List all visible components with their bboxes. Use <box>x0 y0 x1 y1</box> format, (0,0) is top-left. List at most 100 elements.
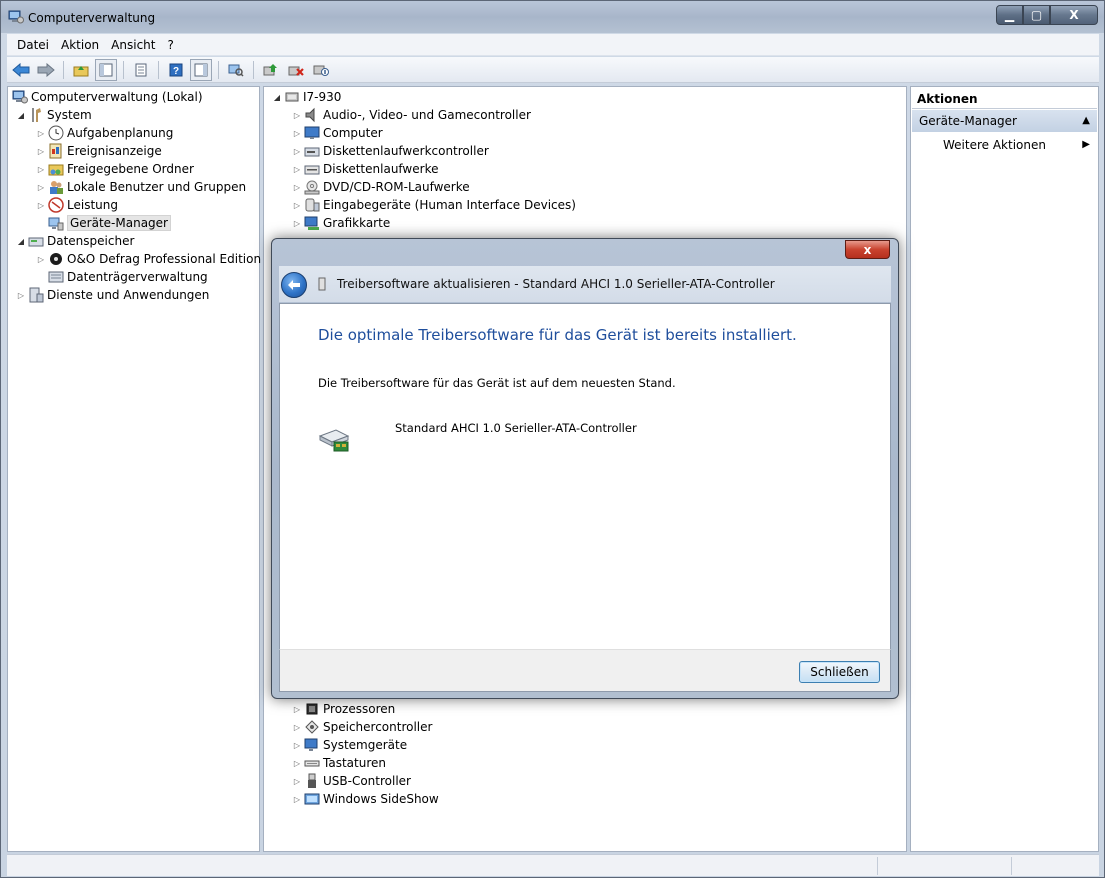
device-category-usb[interactable]: ▷ USB-Controller <box>292 772 411 790</box>
disable-device-icon[interactable] <box>310 59 332 81</box>
collapsed-arrow-icon[interactable]: ▷ <box>292 147 302 156</box>
collapsed-arrow-icon[interactable]: ▷ <box>292 777 302 786</box>
tree-item-lokale-benutzer[interactable]: ▷ Lokale Benutzer und Gruppen <box>36 178 246 196</box>
services-icon <box>28 287 44 303</box>
forward-arrow-icon[interactable] <box>35 59 57 81</box>
device-category-floppy[interactable]: ▷ Diskettenlaufwerke <box>292 160 439 178</box>
tree-item-label: Systemgeräte <box>323 738 408 752</box>
collapsed-arrow-icon[interactable]: ▷ <box>292 759 302 768</box>
floppy-drive-icon <box>304 161 320 177</box>
back-button[interactable] <box>281 272 307 298</box>
scan-hardware-icon[interactable] <box>225 59 247 81</box>
collapsed-arrow-icon[interactable]: ▷ <box>36 201 46 210</box>
tree-item-dienste[interactable]: ▷ Dienste und Anwendungen <box>16 286 209 304</box>
tree-item-ereignisanzeige[interactable]: ▷ Ereignisanzeige <box>36 142 162 160</box>
device-category-sideshow[interactable]: ▷ Windows SideShow <box>292 790 439 808</box>
device-category-storage-controller[interactable]: ▷ Speichercontroller <box>292 718 433 736</box>
menu-datei[interactable]: Datei <box>11 38 55 52</box>
properties-icon[interactable] <box>130 59 152 81</box>
tree-item-aufgabenplanung[interactable]: ▷ Aufgabenplanung <box>36 124 173 142</box>
collapsed-arrow-icon[interactable]: ▷ <box>36 183 46 192</box>
device-category-processors[interactable]: ▷ Prozessoren <box>292 700 395 718</box>
collapsed-arrow-icon[interactable]: ▷ <box>36 165 46 174</box>
close-button[interactable]: Schließen <box>799 661 880 683</box>
dialog-message: Die Treibersoftware für das Gerät ist au… <box>318 376 676 390</box>
tree-item-datenspeicher[interactable]: ◢ Datenspeicher <box>16 232 134 250</box>
device-category-dvd[interactable]: ▷ DVD/CD-ROM-Laufwerke <box>292 178 470 196</box>
tree-item-root[interactable]: Computerverwaltung (Lokal) <box>12 88 203 106</box>
svg-text:?: ? <box>173 66 179 77</box>
action-pane-icon[interactable] <box>190 58 212 81</box>
collapse-up-icon[interactable]: ▲ <box>1082 115 1090 126</box>
tree-item-label: USB-Controller <box>323 774 411 788</box>
collapsed-arrow-icon[interactable]: ▷ <box>292 723 302 732</box>
back-arrow-icon[interactable] <box>10 59 32 81</box>
storage-controller-icon <box>304 719 320 735</box>
status-bar <box>7 854 1099 876</box>
tree-item-geraete-manager[interactable]: Geräte-Manager <box>48 214 171 232</box>
dialog-close-x-button[interactable]: x <box>845 240 890 259</box>
actions-section-device-manager[interactable]: Geräte-Manager ▲ <box>912 110 1097 132</box>
collapsed-arrow-icon[interactable]: ▷ <box>292 741 302 750</box>
device-tree-root[interactable]: ◢ I7-930 <box>272 88 342 106</box>
collapsed-arrow-icon[interactable]: ▷ <box>292 183 302 192</box>
tree-item-freigegebene-ordner[interactable]: ▷ Freigegebene Ordner <box>36 160 194 178</box>
device-category-audio[interactable]: ▷ Audio-, Video- und Gamecontroller <box>292 106 531 124</box>
menu-help[interactable]: ? <box>161 38 179 52</box>
expanded-arrow-icon[interactable]: ◢ <box>16 111 26 120</box>
collapsed-arrow-icon[interactable]: ▷ <box>292 129 302 138</box>
device-category-disk-controller[interactable]: ▷ Diskettenlaufwerkcontroller <box>292 142 489 160</box>
device-category-keyboards[interactable]: ▷ Tastaturen <box>292 754 386 772</box>
tree-item-system[interactable]: ◢ System <box>16 106 92 124</box>
tree-item-oo-defrag[interactable]: ▷ O&O Defrag Professional Edition <box>36 250 261 268</box>
tree-item-label: Computerverwaltung (Lokal) <box>31 90 203 104</box>
storage-icon <box>28 233 44 249</box>
collapsed-arrow-icon[interactable]: ▷ <box>292 705 302 714</box>
device-category-display[interactable]: ▷ Grafikkarte <box>292 214 390 232</box>
maximize-button[interactable]: ▢ <box>1023 5 1050 25</box>
expanded-arrow-icon[interactable]: ◢ <box>16 237 26 246</box>
tree-item-leistung[interactable]: ▷ Leistung <box>36 196 118 214</box>
tree-item-label: Audio-, Video- und Gamecontroller <box>323 108 531 122</box>
tree-item-label: Ereignisanzeige <box>67 144 162 158</box>
device-small-icon <box>318 277 326 291</box>
disk-management-icon <box>48 269 64 285</box>
collapsed-arrow-icon[interactable]: ▷ <box>292 219 302 228</box>
show-hide-tree-icon[interactable] <box>95 58 117 81</box>
device-category-computer[interactable]: ▷ Computer <box>292 124 383 142</box>
tree-item-label: Diskettenlaufwerkcontroller <box>323 144 489 158</box>
collapsed-arrow-icon[interactable]: ▷ <box>292 201 302 210</box>
device-category-hid[interactable]: ▷ Eingabegeräte (Human Interface Devices… <box>292 196 576 214</box>
processor-icon <box>304 701 320 717</box>
device-category-system-devices[interactable]: ▷ Systemgeräte <box>292 736 407 754</box>
close-window-button[interactable]: X <box>1050 5 1098 25</box>
more-actions-link[interactable]: Weitere Aktionen <box>943 138 1046 152</box>
collapsed-arrow-icon[interactable]: ▷ <box>292 111 302 120</box>
collapsed-arrow-icon[interactable]: ▷ <box>36 147 46 156</box>
expanded-arrow-icon[interactable]: ◢ <box>272 93 282 102</box>
display-adapter-icon <box>304 215 320 231</box>
tree-item-datentraegerverwaltung[interactable]: Datenträgerverwaltung <box>48 268 208 286</box>
collapsed-arrow-icon[interactable]: ▷ <box>292 795 302 804</box>
uninstall-icon[interactable] <box>285 59 307 81</box>
computer-icon <box>284 89 300 105</box>
menu-ansicht[interactable]: Ansicht <box>105 38 161 52</box>
collapsed-arrow-icon[interactable]: ▷ <box>16 291 26 300</box>
collapsed-arrow-icon[interactable]: ▷ <box>36 255 46 264</box>
tree-item-label: Diskettenlaufwerke <box>323 162 439 176</box>
tools-icon <box>28 107 44 123</box>
usb-icon <box>304 773 320 789</box>
submenu-arrow-icon[interactable]: ▶ <box>1082 139 1090 150</box>
collapsed-arrow-icon[interactable]: ▷ <box>36 129 46 138</box>
users-icon <box>48 179 64 195</box>
help-icon[interactable]: ? <box>165 59 187 81</box>
menu-aktion[interactable]: Aktion <box>55 38 105 52</box>
dvd-drive-icon <box>304 179 320 195</box>
back-arrow-icon <box>288 280 300 290</box>
collapsed-arrow-icon[interactable]: ▷ <box>292 165 302 174</box>
update-driver-icon[interactable] <box>260 59 282 81</box>
up-folder-icon[interactable] <box>70 59 92 81</box>
toolbar-separator <box>123 60 124 79</box>
minimize-button[interactable]: ▁ <box>996 5 1023 25</box>
system-device-icon <box>304 737 320 753</box>
